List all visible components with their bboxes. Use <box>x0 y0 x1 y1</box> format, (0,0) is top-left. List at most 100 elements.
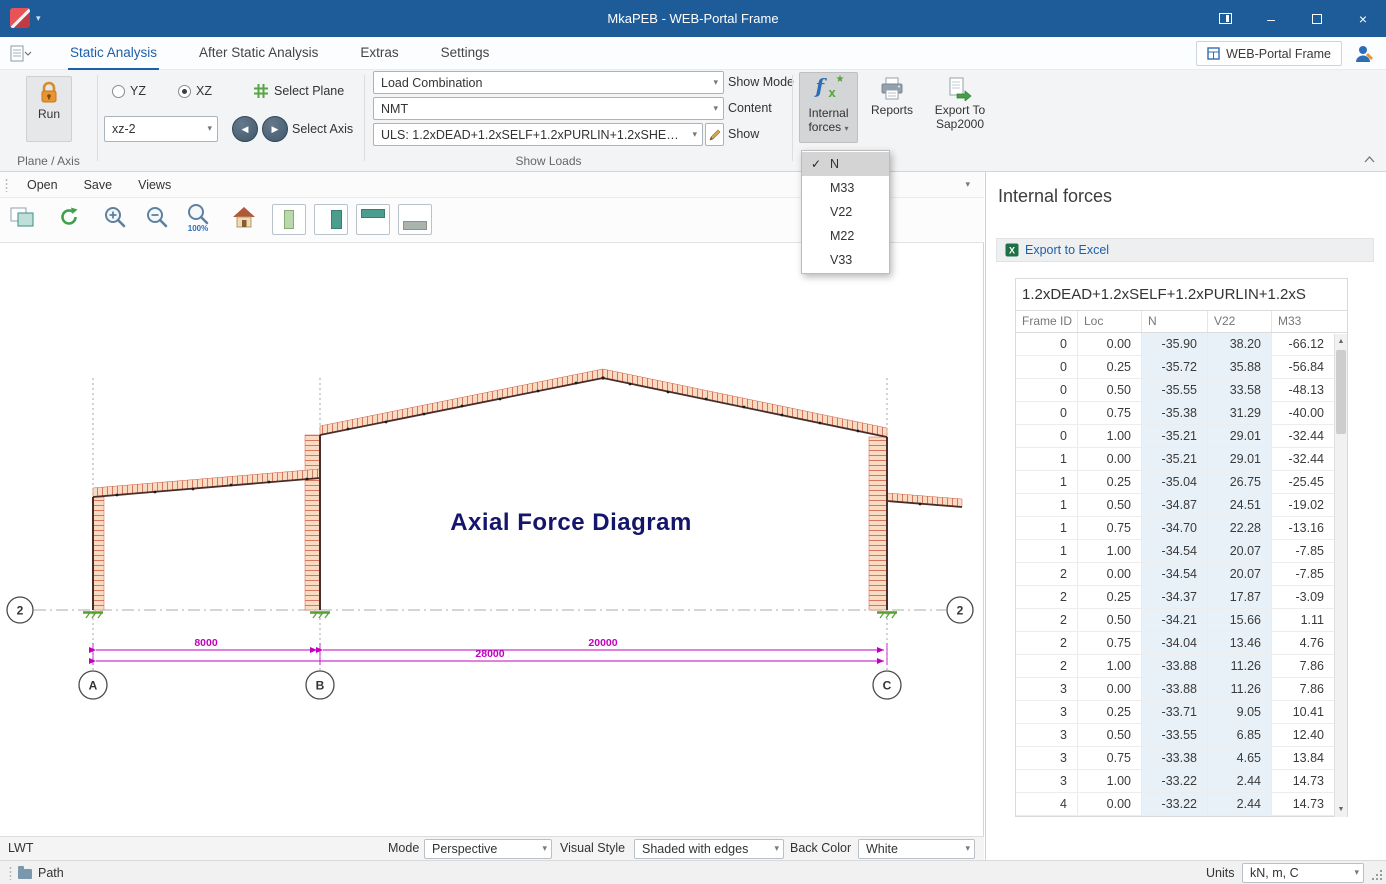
scrollbar-thumb[interactable] <box>1336 350 1346 434</box>
portal-frame-button[interactable]: WEB-Portal Frame <box>1196 41 1342 66</box>
zoom-100-button[interactable]: 100% <box>186 202 210 233</box>
pin-panel-button[interactable] <box>1202 0 1248 37</box>
run-label: Run <box>37 107 60 121</box>
scroll-up-icon[interactable]: ▲ <box>1335 334 1347 349</box>
chevron-up-icon <box>1364 155 1374 162</box>
table-row[interactable]: 2 0.50 -34.21 15.66 1.11 <box>1016 609 1334 632</box>
back-color-combo[interactable]: White ▾ <box>858 839 975 859</box>
table-row[interactable]: 1 0.75 -34.70 22.28 -13.16 <box>1016 517 1334 540</box>
table-row[interactable]: 2 0.25 -34.37 17.87 -3.09 <box>1016 586 1334 609</box>
refresh-button[interactable] <box>58 206 80 228</box>
radio-circle-icon <box>112 84 125 98</box>
table-row[interactable]: 0 0.50 -35.55 33.58 -48.13 <box>1016 379 1334 402</box>
views-menu[interactable]: Views <box>125 178 184 192</box>
resize-grip[interactable] <box>1380 878 1382 880</box>
table-row[interactable]: 3 0.25 -33.71 9.05 10.41 <box>1016 701 1334 724</box>
table-row[interactable]: 0 1.00 -35.21 29.01 -32.44 <box>1016 425 1334 448</box>
menu-item-m33[interactable]: M33 <box>802 176 889 200</box>
table-row[interactable]: 3 0.75 -33.38 4.65 13.84 <box>1016 747 1334 770</box>
select-plane-button[interactable]: Select Plane <box>254 84 344 98</box>
toolbar-overflow-caret-icon[interactable]: ▾ <box>965 179 970 190</box>
table-row[interactable]: 3 1.00 -33.22 2.44 14.73 <box>1016 770 1334 793</box>
table-row[interactable]: 1 0.00 -35.21 29.01 -32.44 <box>1016 448 1334 471</box>
zoom-in-button[interactable] <box>103 205 127 229</box>
check-icon: ✓ <box>810 157 822 171</box>
path-label[interactable]: Path <box>38 866 64 880</box>
drawing-canvas[interactable]: 8000 20000 28000 2 2 A B C Axial Force D… <box>0 243 984 836</box>
prev-axis-button[interactable]: ◀ <box>232 116 258 142</box>
table-row[interactable]: 0 0.25 -35.72 35.88 -56.84 <box>1016 356 1334 379</box>
table-cell: -34.21 <box>1142 609 1208 631</box>
drag-grip[interactable] <box>5 177 8 192</box>
tab-settings[interactable]: Settings <box>439 37 492 70</box>
column-header-v22[interactable]: V22 <box>1208 311 1272 332</box>
edit-combination-button[interactable] <box>705 123 724 146</box>
dimension-labels: 8000 20000 28000 <box>194 637 617 660</box>
table-row[interactable]: 1 0.50 -34.87 24.51 -19.02 <box>1016 494 1334 517</box>
axis-combo[interactable]: xz-2 ▾ <box>104 116 218 142</box>
table-row[interactable]: 2 1.00 -33.88 11.26 7.86 <box>1016 655 1334 678</box>
column-header-m33[interactable]: M33 <box>1272 311 1347 332</box>
table-row[interactable]: 2 0.75 -34.04 13.46 4.76 <box>1016 632 1334 655</box>
radio-yz[interactable]: YZ <box>112 84 146 98</box>
table-row[interactable]: 3 0.50 -33.55 6.85 12.40 <box>1016 724 1334 747</box>
export-document-icon <box>949 77 972 101</box>
table-row[interactable]: 1 0.25 -35.04 26.75 -25.45 <box>1016 471 1334 494</box>
menu-item-v22[interactable]: V22 <box>802 200 889 224</box>
tab-extras[interactable]: Extras <box>358 37 400 70</box>
table-scrollbar[interactable]: ▲ ▼ <box>1334 334 1347 817</box>
tab-after-static-analysis[interactable]: After Static Analysis <box>197 37 320 70</box>
drag-grip[interactable] <box>9 866 12 880</box>
zoom-out-button[interactable] <box>145 205 169 229</box>
table-cell: 26.75 <box>1208 471 1272 493</box>
printer-icon <box>881 77 903 100</box>
menu-item-n[interactable]: ✓ N <box>802 152 889 176</box>
home-view-button[interactable] <box>232 206 256 228</box>
tab-static-analysis[interactable]: Static Analysis <box>68 37 160 70</box>
minimize-button[interactable]: – <box>1248 0 1294 37</box>
table-cell: 1 <box>1016 471 1078 493</box>
export-sap2000-button[interactable]: Export To Sap2000 <box>925 72 995 143</box>
visual-style-combo[interactable]: Shaded with edges ▾ <box>634 839 784 859</box>
column-header-n[interactable]: N <box>1142 311 1208 332</box>
view-top-button[interactable] <box>356 204 390 235</box>
units-combo[interactable]: kN, m, C ▾ <box>1242 863 1364 883</box>
view-bottom-button[interactable] <box>398 204 432 235</box>
load-combination-combo[interactable]: Load Combination ▾ <box>373 71 724 94</box>
export-to-excel-link[interactable]: X Export to Excel <box>996 238 1374 262</box>
user-profile-icon[interactable] <box>1354 43 1376 67</box>
table-row[interactable]: 0 0.00 -35.90 38.20 -66.12 <box>1016 333 1334 356</box>
radio-xz[interactable]: XZ <box>178 84 212 98</box>
table-row[interactable]: 4 0.00 -33.22 2.44 14.73 <box>1016 793 1334 816</box>
table-row[interactable]: 2 0.00 -34.54 20.07 -7.85 <box>1016 563 1334 586</box>
table-cell: -35.04 <box>1142 471 1208 493</box>
mode-combo[interactable]: Perspective ▾ <box>424 839 552 859</box>
close-button[interactable]: × <box>1340 0 1386 37</box>
save-menu[interactable]: Save <box>71 178 126 192</box>
reports-button[interactable]: Reports <box>863 72 921 143</box>
show-combo[interactable]: ULS: 1.2xDEAD+1.2xSELF+1.2xPURLIN+1.2xSH… <box>373 123 703 146</box>
column-header-loc[interactable]: Loc <box>1078 311 1142 332</box>
collapse-ribbon-button[interactable] <box>1360 152 1378 166</box>
table-row[interactable]: 3 0.00 -33.88 11.26 7.86 <box>1016 678 1334 701</box>
maximize-button[interactable] <box>1294 0 1340 37</box>
next-axis-button[interactable]: ▶ <box>262 116 288 142</box>
ribbon-tabs: Static Analysis After Static Analysis Extr… <box>68 37 491 70</box>
scroll-down-icon[interactable]: ▼ <box>1335 802 1347 817</box>
copy-picture-button[interactable] <box>10 207 34 227</box>
view-right-button[interactable] <box>314 204 348 235</box>
open-menu[interactable]: Open <box>14 178 71 192</box>
support-b <box>310 611 330 619</box>
table-row[interactable]: 1 1.00 -34.54 20.07 -7.85 <box>1016 540 1334 563</box>
menu-item-v33[interactable]: V33 <box>802 248 889 272</box>
table-cell: -35.55 <box>1142 379 1208 401</box>
content-combo[interactable]: NMT ▾ <box>373 97 724 120</box>
menu-item-m22[interactable]: M22 <box>802 224 889 248</box>
table-cell: 0.25 <box>1078 701 1142 723</box>
file-menu-icon[interactable] <box>10 45 32 65</box>
internal-forces-button[interactable]: f x ★ Internal forces ▾ <box>799 72 858 143</box>
run-button[interactable]: Run <box>26 76 72 142</box>
view-left-button[interactable] <box>272 204 306 235</box>
column-header-frame-id[interactable]: Frame ID <box>1016 311 1078 332</box>
table-row[interactable]: 0 0.75 -35.38 31.29 -40.00 <box>1016 402 1334 425</box>
